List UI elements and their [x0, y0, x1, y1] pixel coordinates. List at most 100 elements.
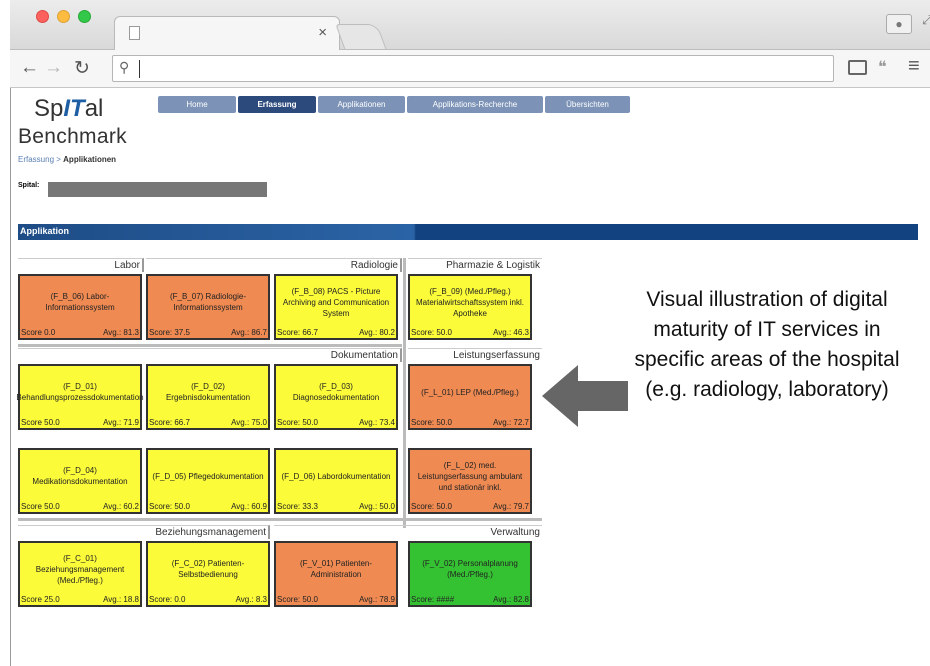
browser-toolbar: ← → ↻ ⚲ ❝ ≡ [10, 50, 930, 88]
group-header-leistungserfassung: Leistungserfassung [408, 348, 542, 362]
app-average: Avg.: 73.4 [359, 418, 395, 427]
group-header-beziehungsmanagement: Beziehungsmanagement [18, 525, 270, 539]
app-title: (F_C_01) Beziehungsmanagement (Med./Pfle… [35, 553, 125, 585]
app-title: (F_B_09) (Med./Pfleg.) Materialwirtschaf… [415, 286, 525, 318]
app-score: Score: 37.5 [149, 328, 190, 337]
app-title: (F_L_01) LEP (Med./Pfleg.) [421, 387, 519, 397]
app-average: Avg.: 60.2 [103, 502, 139, 511]
page-icon [129, 26, 140, 40]
app-card-f-d-04[interactable]: (F_D_04) Medikationsdokumentation Score … [18, 448, 142, 514]
back-icon[interactable]: ← [20, 57, 39, 79]
breadcrumb-erfassung[interactable]: Erfassung [18, 155, 54, 164]
app-card-f-b-06[interactable]: (F_B_06) Labor-Informationssystem Score … [18, 274, 142, 340]
app-average: Avg.: 78.9 [359, 595, 395, 604]
main-navigation: Home Erfassung Applikationen Applikation… [158, 96, 630, 113]
redacted-hospital-name [48, 182, 267, 197]
app-card-f-d-02[interactable]: (F_D_02) Ergebnisdokumentation Score: 66… [146, 364, 270, 430]
app-title: (F_V_02) Personalplanung (Med./Pfleg.) [422, 559, 518, 579]
app-card-f-c-01[interactable]: (F_C_01) Beziehungsmanagement (Med./Pfle… [18, 541, 142, 607]
app-card-f-c-02[interactable]: (F_C_02) Patienten-Selbstbedienung Score… [146, 541, 270, 607]
app-card-f-d-06[interactable]: (F_D_06) Labordokumentation Score: 33.3 … [274, 448, 398, 514]
nav-applikations-recherche[interactable]: Applikations-Recherche [407, 96, 543, 113]
forward-icon[interactable]: → [44, 57, 63, 79]
app-card-f-l-02[interactable]: (F_L_02) med. Leistungserfassung ambulan… [408, 448, 532, 514]
logo[interactable]: SpITal [34, 95, 103, 123]
address-bar[interactable]: ⚲ [112, 55, 834, 82]
app-card-f-b-09[interactable]: (F_B_09) (Med./Pfleg.) Materialwirtschaf… [408, 274, 532, 340]
app-title: (F_D_02) Ergebnisdokumentation [165, 382, 251, 402]
section-title: Applikation [20, 226, 69, 236]
group-header-labor: Labor [18, 258, 144, 272]
row-divider [18, 344, 402, 347]
breadcrumb-current: Applikationen [63, 155, 117, 164]
nav-erfassung[interactable]: Erfassung [238, 96, 316, 113]
app-title: (F_D_04) Medikationsdokumentation [32, 466, 128, 486]
app-score: Score 50.0 [21, 502, 60, 511]
app-score: Score: 33.3 [277, 502, 318, 511]
nav-uebersichten[interactable]: Übersichten [545, 96, 630, 113]
app-score: Score: #### [411, 595, 455, 604]
app-card-f-d-03[interactable]: (F_D_03) Diagnosedokumentation Score: 50… [274, 364, 398, 430]
app-average: Avg.: 71.9 [103, 418, 139, 427]
app-title: (F_B_08) PACS - Picture Archiving and Co… [282, 286, 390, 318]
app-average: Avg.: 80.2 [359, 328, 395, 337]
app-score: Score: 50.0 [411, 328, 452, 337]
app-average: Avg.: 60.9 [231, 502, 267, 511]
app-average: Avg.: 50.0 [359, 502, 395, 511]
logo-part1: Sp [34, 95, 64, 122]
tab-close-icon[interactable]: × [318, 24, 327, 41]
logo-subtitle: Benchmark [18, 125, 127, 148]
fullscreen-icon[interactable]: ⤢ [922, 12, 930, 28]
nav-home[interactable]: Home [158, 96, 236, 113]
app-title: (F_V_01) Patienten-Administration [299, 559, 373, 579]
app-score: Score: 50.0 [411, 502, 452, 511]
breadcrumb: Erfassung > Applikationen [18, 155, 116, 164]
app-card-f-l-01[interactable]: (F_L_01) LEP (Med./Pfleg.) Score: 50.0 A… [408, 364, 532, 430]
app-score: Score: 50.0 [411, 418, 452, 427]
app-card-f-v-01[interactable]: (F_V_01) Patienten-Administration Score:… [274, 541, 398, 607]
app-average: Avg.: 46.3 [493, 328, 529, 337]
logo-part3: al [84, 95, 104, 122]
app-card-f-b-08[interactable]: (F_B_08) PACS - Picture Archiving and Co… [274, 274, 398, 340]
section-header: Applikation [18, 224, 918, 240]
app-title: (F_D_05) Pflegedokumentation [152, 471, 264, 481]
app-score: Score: 50.0 [149, 502, 190, 511]
app-average: Avg.: 81.3 [103, 328, 139, 337]
app-title: (F_D_01) Behandlungsprozessdokumentation [16, 382, 144, 402]
app-card-f-d-01[interactable]: (F_D_01) Behandlungsprozessdokumentation… [16, 364, 144, 430]
search-icon: ⚲ [119, 59, 130, 75]
profile-icon[interactable]: ● [886, 14, 912, 34]
app-score: Score: 66.7 [149, 418, 190, 427]
column-divider [403, 258, 406, 528]
address-input[interactable] [139, 60, 819, 78]
app-average: Avg.: 8.3 [235, 595, 267, 604]
app-card-f-d-05[interactable]: (F_D_05) Pflegedokumentation Score: 50.0… [146, 448, 270, 514]
group-header-verwaltung: Verwaltung [274, 525, 542, 539]
app-score: Score 0.0 [21, 328, 56, 337]
app-average: Avg.: 86.7 [231, 328, 267, 337]
menu-icon[interactable]: ≡ [908, 55, 920, 78]
new-tab-button[interactable] [335, 24, 387, 50]
breadcrumb-separator: > [54, 155, 64, 164]
browser-tab[interactable]: × [114, 16, 340, 51]
row-divider [18, 518, 542, 521]
group-header-dokumentation: Dokumentation [18, 348, 402, 362]
app-average: Avg.: 72.7 [493, 418, 529, 427]
reload-icon[interactable]: ↻ [74, 57, 90, 80]
nav-applikationen[interactable]: Applikationen [318, 96, 405, 113]
app-title: (F_B_07) Radiologie-Informationssystem [169, 292, 247, 312]
app-title: (F_B_06) Labor-Informationssystem [45, 292, 115, 312]
logo-part2: IT [63, 95, 85, 122]
cast-icon[interactable] [848, 60, 867, 75]
pointer-arrow-icon [542, 365, 628, 427]
app-card-f-v-02[interactable]: (F_V_02) Personalplanung (Med./Pfleg.) S… [408, 541, 532, 607]
app-average: Avg.: 79.7 [493, 502, 529, 511]
app-title: (F_L_02) med. Leistungserfassung ambulan… [417, 460, 523, 492]
app-average: Avg.: 75.0 [231, 418, 267, 427]
app-card-f-b-07[interactable]: (F_B_07) Radiologie-Informationssystem S… [146, 274, 270, 340]
close-window-button[interactable] [36, 10, 49, 23]
zoom-window-button[interactable] [78, 10, 91, 23]
group-header-radiologie: Radiologie [146, 258, 402, 272]
minimize-window-button[interactable] [57, 10, 70, 23]
extension-icon[interactable]: ❝ [878, 57, 887, 77]
